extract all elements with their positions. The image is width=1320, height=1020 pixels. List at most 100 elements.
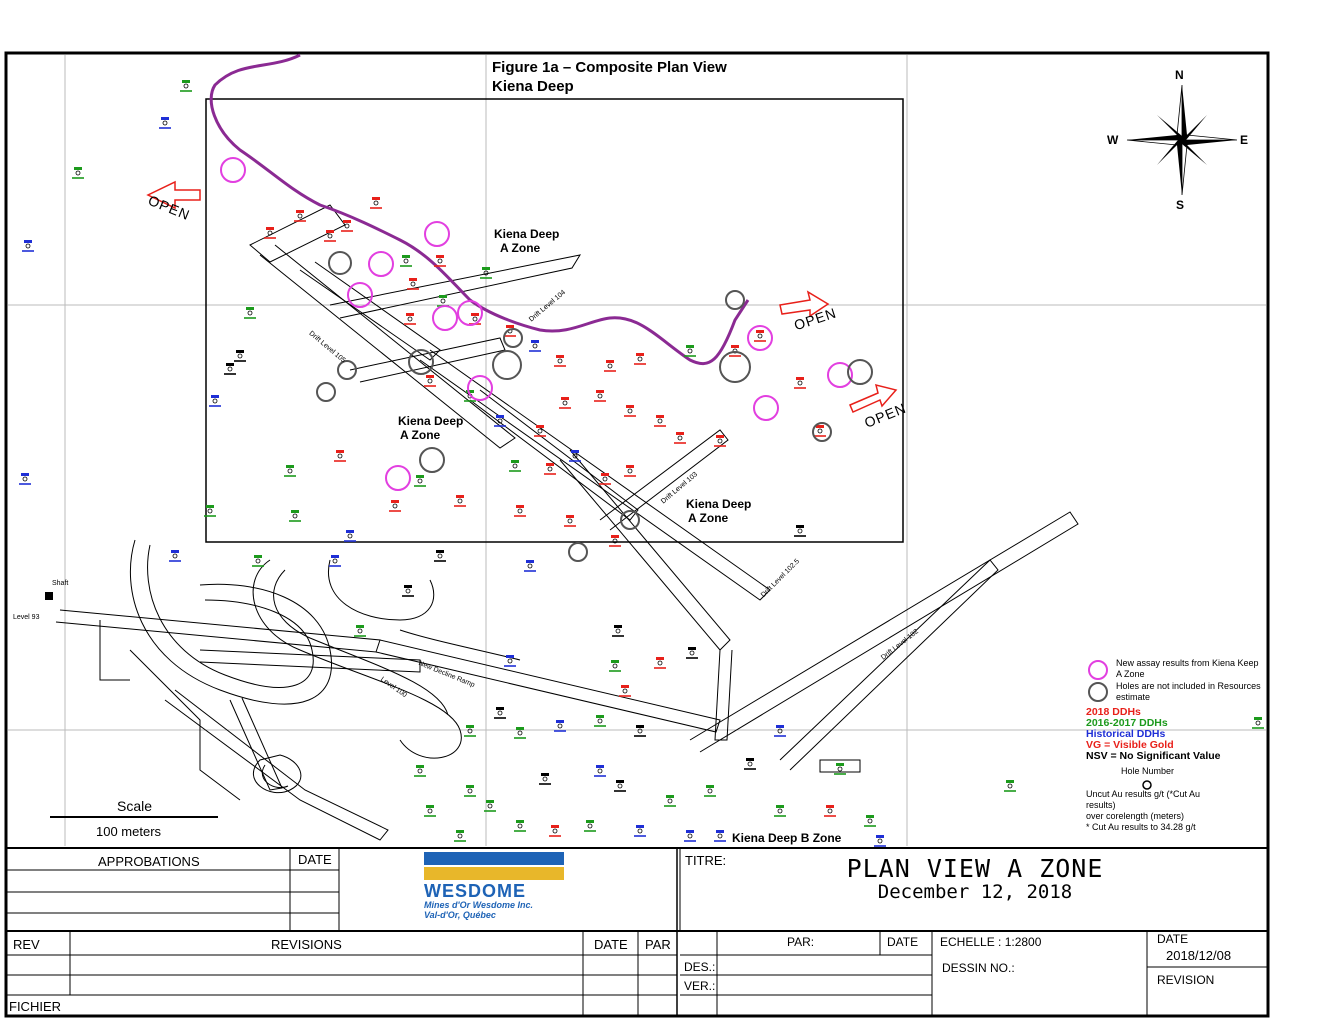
zone-label: Kiena Deep A Zone xyxy=(494,227,560,255)
drill-hole-marker xyxy=(417,478,423,484)
assay-result-tag xyxy=(609,670,621,672)
hole-id-tag xyxy=(471,313,479,316)
drill-hole-marker xyxy=(410,281,416,287)
hole-id-tag xyxy=(346,530,354,533)
assay-result-tag xyxy=(612,635,624,637)
hole-id-tag xyxy=(551,825,559,828)
assay-result-tag xyxy=(604,370,616,372)
shaft-symbol xyxy=(45,592,53,600)
assay-result-tag xyxy=(334,460,346,462)
compass-rose xyxy=(1126,84,1238,196)
hole-id-tag xyxy=(211,395,219,398)
drill-hole-marker xyxy=(373,200,379,206)
assay-result-tag xyxy=(609,545,621,547)
assay-result-tag xyxy=(72,177,84,179)
assay-result-tag xyxy=(624,415,636,417)
assay-result-tag xyxy=(514,830,526,832)
excluded-hole-circle xyxy=(568,542,588,562)
company-name: WESDOME xyxy=(424,881,527,901)
assay-result-tag xyxy=(634,363,646,365)
assay-result-tag xyxy=(634,835,646,837)
date-title: DATE xyxy=(1157,932,1189,946)
assay-result-tag xyxy=(524,570,536,572)
hole-id-tag xyxy=(866,815,874,818)
drill-hole-marker xyxy=(517,823,523,829)
drill-hole-marker xyxy=(657,660,663,666)
hole-id-tag xyxy=(482,267,490,270)
hole-id-tag xyxy=(226,363,234,366)
legend-new-assay: New assay results from Kiena Keep A Zone xyxy=(1116,658,1259,679)
assay-result-tag xyxy=(169,560,181,562)
assay-result-tag xyxy=(344,540,356,542)
drill-hole-marker xyxy=(487,803,493,809)
hole-id-tag xyxy=(331,555,339,558)
drill-hole-marker xyxy=(247,310,253,316)
assay-result-tag xyxy=(544,473,556,475)
hole-id-tag xyxy=(614,625,622,628)
excluded-hole-circle xyxy=(725,290,745,310)
hole-id-tag xyxy=(796,377,804,380)
assay-result-tag xyxy=(714,840,726,842)
hole-id-tag xyxy=(601,473,609,476)
hole-id-tag xyxy=(656,657,664,660)
hole-id-tag xyxy=(416,475,424,478)
drill-hole-marker xyxy=(472,316,478,322)
hole-id-tag xyxy=(336,450,344,453)
assay-result-tag xyxy=(594,775,606,777)
assay-result-tag xyxy=(514,515,526,517)
hole-id-tag xyxy=(606,360,614,363)
compass-east-label: E xyxy=(1240,133,1249,147)
zone-label-b: Kiena Deep B Zone xyxy=(732,831,842,845)
drill-hole-marker xyxy=(332,558,338,564)
company-line1: Mines d'Or Wesdome Inc. xyxy=(424,900,533,910)
legend-over-core: over corelength (meters) xyxy=(1086,811,1185,821)
drill-hole-marker xyxy=(457,498,463,504)
hole-id-tag xyxy=(266,227,274,230)
hole-id-tag xyxy=(291,510,299,513)
hole-id-tag xyxy=(161,117,169,120)
drill-hole-marker xyxy=(557,723,563,729)
new-assay-circle xyxy=(347,282,373,308)
drill-hole-marker xyxy=(497,710,503,716)
drill-hole-marker xyxy=(75,170,81,176)
revision-label: REVISION xyxy=(1157,973,1215,987)
hole-id-tag xyxy=(466,785,474,788)
hole-id-tag xyxy=(511,460,519,463)
drill-hole-marker xyxy=(392,503,398,509)
drill-hole-marker xyxy=(297,213,303,219)
hole-id-tag xyxy=(426,805,434,808)
assay-result-tag xyxy=(714,445,726,447)
hole-id-tag xyxy=(876,835,884,838)
hole-id-tag xyxy=(636,825,644,828)
drill-hole-marker xyxy=(507,658,513,664)
par-header: PAR xyxy=(645,937,671,952)
hole-id-tag xyxy=(456,830,464,833)
assay-result-tag xyxy=(684,840,696,842)
hole-id-tag xyxy=(516,820,524,823)
drill-hole-marker xyxy=(607,363,613,369)
drill-hole-marker xyxy=(287,468,293,474)
drill-hole-marker xyxy=(527,563,533,569)
drill-hole-marker xyxy=(517,508,523,514)
hole-id-tag xyxy=(636,725,644,728)
drill-hole-marker xyxy=(437,258,443,264)
drill-hole-marker xyxy=(667,798,673,804)
echelle-label: ECHELLE : 1:2800 xyxy=(940,935,1042,949)
drill-hole-marker xyxy=(617,783,623,789)
hole-id-tag xyxy=(621,685,629,688)
hole-id-tag xyxy=(21,473,29,476)
new-assay-circle xyxy=(385,465,411,491)
assay-result-tag xyxy=(402,595,414,597)
legend-uncut: Uncut Au results g/t (*Cut Au results) xyxy=(1086,789,1201,810)
hole-id-tag xyxy=(466,725,474,728)
drill-hole-marker xyxy=(797,380,803,386)
drill-hole-marker xyxy=(757,333,763,339)
hole-id-tag xyxy=(496,415,504,418)
drill-hole-marker xyxy=(867,818,873,824)
hole-id-tag xyxy=(776,805,784,808)
assay-result-tag xyxy=(686,657,698,659)
des-label: DES.: xyxy=(684,960,716,974)
drill-hole-marker xyxy=(677,435,683,441)
hole-id-tag xyxy=(626,465,634,468)
assay-result-tag xyxy=(464,400,476,402)
